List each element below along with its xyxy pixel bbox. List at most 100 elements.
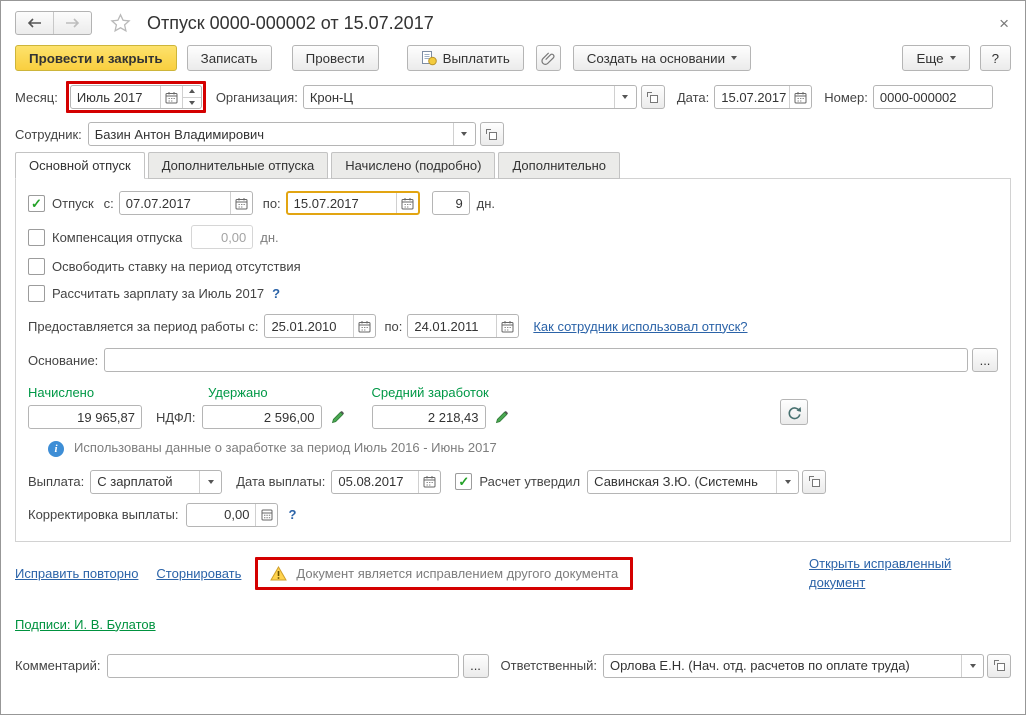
- tab-additional[interactable]: Дополнительно: [498, 152, 621, 179]
- comment-value[interactable]: [108, 655, 458, 677]
- organization-field[interactable]: Крон-Ц: [302, 85, 637, 109]
- post-button[interactable]: Провести: [291, 45, 379, 71]
- tab-additional-vacations[interactable]: Дополнительные отпуска: [147, 152, 329, 179]
- write-button[interactable]: Записать: [186, 45, 272, 71]
- calendar-icon[interactable]: [418, 470, 440, 493]
- earnings-info-row: i Использованы данные о заработке за пер…: [48, 439, 998, 458]
- payment-date-value[interactable]: 05.08.2017: [332, 471, 418, 493]
- chevron-down-icon[interactable]: [776, 470, 798, 493]
- calendar-icon[interactable]: [159, 86, 182, 108]
- payment-date-field[interactable]: 05.08.2017: [331, 469, 442, 494]
- signatures-link[interactable]: Подписи: И. В. Булатов: [15, 617, 156, 632]
- avg-earnings-label: Средний заработок: [371, 385, 489, 400]
- recalculate-button[interactable]: [780, 399, 808, 425]
- open-icon: [486, 128, 498, 140]
- accrued-field[interactable]: 19 965,87: [28, 405, 142, 429]
- vacation-from-value[interactable]: 07.07.2017: [120, 192, 230, 214]
- release-rate-checkbox[interactable]: [28, 258, 45, 275]
- avg-earnings-field[interactable]: 2 218,43: [371, 405, 486, 429]
- tab-accrued-detail[interactable]: Начислено (подробно): [331, 152, 496, 179]
- calculator-icon[interactable]: [255, 503, 277, 526]
- tab-main-vacation[interactable]: Основной отпуск: [15, 152, 145, 179]
- create-based-on-button[interactable]: Создать на основании: [572, 45, 752, 71]
- reverse-link[interactable]: Сторнировать: [156, 566, 241, 581]
- employee-value[interactable]: Базин Антон Владимирович: [89, 123, 453, 145]
- forward-button[interactable]: [53, 12, 91, 34]
- reason-more-button[interactable]: ...: [972, 348, 998, 372]
- organization-open-button[interactable]: [640, 85, 665, 109]
- work-period-from-field[interactable]: 25.01.2010: [264, 314, 377, 338]
- organization-value[interactable]: Крон-Ц: [304, 86, 614, 108]
- calendar-icon[interactable]: [395, 193, 418, 213]
- work-period-to-field[interactable]: 24.01.2011: [407, 314, 520, 338]
- month-spinner[interactable]: [181, 86, 201, 109]
- fix-again-link[interactable]: Исправить повторно: [15, 566, 138, 581]
- edit-ndfl-pencil-icon[interactable]: [330, 409, 346, 425]
- date-field[interactable]: 15.07.2017: [714, 85, 813, 109]
- accrued-value[interactable]: 19 965,87: [29, 406, 141, 428]
- calendar-icon[interactable]: [789, 86, 811, 108]
- open-corrected-link[interactable]: Открыть исправленный документ: [809, 555, 989, 593]
- adjustment-help-icon[interactable]: ?: [288, 507, 296, 522]
- create-based-on-label: Создать на основании: [586, 50, 726, 66]
- pay-button[interactable]: Выплатить: [406, 45, 524, 71]
- work-period-from-value[interactable]: 25.01.2010: [265, 315, 353, 337]
- ndfl-value[interactable]: 2 596,00: [203, 406, 321, 428]
- more-button[interactable]: Еще: [902, 45, 970, 71]
- comment-more-button[interactable]: ...: [462, 653, 489, 678]
- chevron-down-icon[interactable]: [613, 86, 636, 108]
- employee-field[interactable]: Базин Антон Владимирович: [87, 122, 476, 146]
- comment-field[interactable]: [106, 653, 459, 678]
- responsible-value[interactable]: Орлова Е.Н. (Нач. отд. расчетов по оплат…: [604, 655, 961, 677]
- employee-open-button[interactable]: [479, 122, 504, 146]
- date-value[interactable]: 15.07.2017: [715, 86, 789, 108]
- help-button[interactable]: ?: [979, 45, 1011, 71]
- chevron-down-icon[interactable]: [199, 470, 221, 493]
- month-value[interactable]: Июль 2017: [71, 86, 160, 108]
- responsible-field[interactable]: Орлова Е.Н. (Нач. отд. расчетов по оплат…: [602, 653, 984, 678]
- vacation-days-value[interactable]: 9: [433, 192, 469, 214]
- number-value[interactable]: 0000-000002: [874, 86, 992, 108]
- back-button[interactable]: [16, 12, 53, 34]
- number-field[interactable]: 0000-000002: [872, 85, 993, 109]
- vacation-to-value[interactable]: 15.07.2017: [288, 193, 396, 213]
- vacation-to-field[interactable]: 15.07.2017: [285, 191, 420, 215]
- spinner-up-icon[interactable]: [183, 86, 201, 97]
- vacation-usage-link[interactable]: Как сотрудник использовал отпуск?: [533, 319, 747, 334]
- vacation-days-field[interactable]: 9: [431, 191, 470, 215]
- approved-checkbox[interactable]: ✓: [455, 473, 473, 491]
- attachments-button[interactable]: [535, 45, 561, 71]
- compensation-days-value[interactable]: 0,00: [192, 226, 252, 248]
- chevron-down-icon[interactable]: [452, 123, 475, 145]
- calendar-icon[interactable]: [229, 192, 252, 214]
- avg-earnings-value[interactable]: 2 218,43: [373, 406, 485, 428]
- calendar-icon[interactable]: [353, 315, 375, 337]
- ndfl-field[interactable]: 2 596,00: [201, 405, 322, 429]
- post-and-close-button[interactable]: Провести и закрыть: [15, 45, 177, 71]
- reason-field[interactable]: [104, 348, 968, 372]
- payment-method-value[interactable]: С зарплатой: [91, 471, 199, 493]
- chevron-down-icon[interactable]: [961, 654, 983, 677]
- approver-open-button[interactable]: [802, 469, 827, 494]
- spinner-down-icon[interactable]: [182, 96, 201, 109]
- responsible-open-button[interactable]: [987, 653, 1011, 678]
- tab-bar: Основной отпуск Дополнительные отпуска Н…: [15, 152, 1011, 179]
- payment-method-field[interactable]: С зарплатой: [90, 469, 223, 494]
- reason-value[interactable]: [105, 349, 967, 371]
- work-period-to-value[interactable]: 24.01.2011: [408, 315, 496, 337]
- adjustment-field[interactable]: 0,00: [186, 502, 279, 527]
- adjustment-value[interactable]: 0,00: [187, 504, 255, 526]
- vacation-checkbox[interactable]: ✓: [28, 194, 45, 212]
- calc-salary-help-icon[interactable]: ?: [272, 286, 280, 301]
- close-icon[interactable]: ×: [997, 15, 1011, 32]
- favorite-star-icon[interactable]: [110, 13, 131, 33]
- edit-avg-pencil-icon[interactable]: [494, 409, 510, 425]
- approver-value[interactable]: Савинская З.Ю. (Системнь: [588, 471, 776, 493]
- compensation-checkbox[interactable]: [28, 228, 45, 246]
- calc-salary-checkbox[interactable]: [28, 285, 45, 302]
- vacation-from-field[interactable]: 07.07.2017: [118, 191, 253, 215]
- calendar-icon[interactable]: [496, 315, 518, 337]
- approver-field[interactable]: Савинская З.Ю. (Системнь: [587, 469, 800, 494]
- month-field[interactable]: Июль 2017: [69, 85, 202, 109]
- compensation-days-field[interactable]: 0,00: [191, 225, 254, 249]
